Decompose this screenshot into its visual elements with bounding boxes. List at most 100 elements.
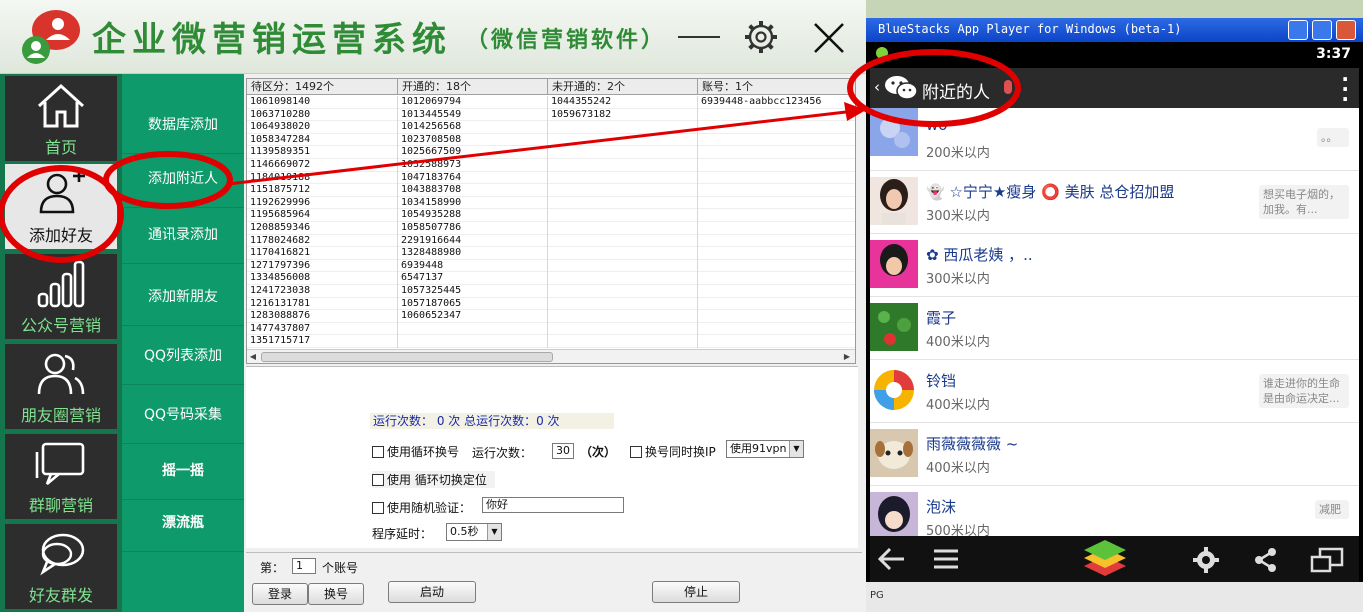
grid-cell[interactable]: 1139589351 <box>247 146 397 159</box>
grid-cell[interactable]: 1058507786 <box>398 222 547 235</box>
grid-cell[interactable]: 1054935288 <box>398 209 547 222</box>
grid-cell[interactable]: 1170416821 <box>247 247 397 260</box>
switch-ip-checkbox[interactable] <box>630 446 642 458</box>
grid-cell[interactable]: 1058347284 <box>247 134 397 147</box>
subnav-qq-list-add[interactable]: QQ列表添加 <box>122 327 244 385</box>
bluestacks-logo-icon[interactable] <box>1080 538 1130 580</box>
grid-cell[interactable] <box>548 172 697 185</box>
grid-cell[interactable] <box>548 335 697 348</box>
grid-cell[interactable] <box>548 222 697 235</box>
loop-switch-option[interactable]: 使用循环换号 <box>372 443 459 460</box>
grid-cell[interactable]: 1064938020 <box>247 121 397 134</box>
subnav-new-friends[interactable]: 添加新朋友 <box>122 268 244 326</box>
grid-cell[interactable] <box>698 323 855 336</box>
grid-cell[interactable] <box>698 184 855 197</box>
window-maximize-button[interactable] <box>1312 20 1332 40</box>
grid-cell[interactable]: 1063710280 <box>247 109 397 122</box>
grid-cell[interactable] <box>698 235 855 248</box>
list-item[interactable]: 铃铛 400米以内 谁走进你的生命是由命运决定... <box>870 360 1359 423</box>
grid-cell[interactable]: 1184019188 <box>247 172 397 185</box>
grid-cell[interactable]: 1044355242 <box>548 96 697 109</box>
subnav-database-add[interactable]: 数据库添加 <box>122 96 244 154</box>
stop-button[interactable]: 停止 <box>652 581 740 603</box>
grid-cell[interactable] <box>698 134 855 147</box>
chevron-down-icon[interactable]: ▼ <box>487 524 501 540</box>
grid-cell[interactable]: 2291916644 <box>398 235 547 248</box>
grid-cell[interactable] <box>548 184 697 197</box>
grid-cell[interactable] <box>548 121 697 134</box>
list-item[interactable]: ✿ 西瓜老姨 ，.. 300米以内 <box>870 234 1359 297</box>
grid-cell[interactable] <box>698 272 855 285</box>
grid-cell[interactable] <box>698 159 855 172</box>
grid-cell[interactable]: 1023708508 <box>398 134 547 147</box>
grid-cell[interactable]: 1025667509 <box>398 146 547 159</box>
subnav-drift-bottle[interactable]: 漂流瓶 <box>122 494 244 552</box>
random-verify-checkbox[interactable] <box>372 502 384 514</box>
grid-cell[interactable] <box>698 209 855 222</box>
grid-cell[interactable] <box>548 272 697 285</box>
loop-location-checkbox[interactable] <box>372 474 384 486</box>
grid-cell[interactable]: 1060652347 <box>398 310 547 323</box>
grid-cell[interactable]: 1057325445 <box>398 285 547 298</box>
menu-icon[interactable] <box>932 546 960 572</box>
verify-text-input[interactable]: 你好 <box>482 497 624 513</box>
nav-item-official-account[interactable]: 公众号营销 <box>5 254 117 339</box>
grid-cell[interactable]: 1283088876 <box>247 310 397 323</box>
grid-cell[interactable]: 1012069794 <box>398 96 547 109</box>
more-menu-icon[interactable]: · · · <box>1341 69 1349 109</box>
subnav-shake[interactable]: 摇一摇 <box>122 442 244 500</box>
nav-item-broadcast[interactable]: 好友群发 <box>5 524 117 609</box>
window-close-button[interactable] <box>1336 20 1356 40</box>
list-item[interactable]: 泡沫 500米以内 减肥 <box>870 486 1359 536</box>
grid-cell[interactable] <box>398 323 547 336</box>
gear-icon[interactable] <box>742 18 780 56</box>
grid-cell[interactable]: 6939448 <box>398 260 547 273</box>
grid-cell[interactable]: 1241723038 <box>247 285 397 298</box>
close-icon[interactable] <box>810 20 848 56</box>
loop-location-option[interactable]: 使用 循环切换定位 <box>372 471 495 488</box>
grid-cell[interactable] <box>698 172 855 185</box>
grid-cell[interactable]: 1328488980 <box>398 247 547 260</box>
grid-cell[interactable]: 1146669072 <box>247 159 397 172</box>
scroll-right-icon[interactable]: ▶ <box>841 350 853 363</box>
run-times-input[interactable]: 30 <box>552 443 574 459</box>
grid-cell[interactable]: 1477437807 <box>247 323 397 336</box>
grid-cell[interactable] <box>548 197 697 210</box>
grid-cell[interactable]: 1334856008 <box>247 272 397 285</box>
vpn-select[interactable]: 使用91vpn ▼ <box>726 440 804 458</box>
list-item[interactable]: 霞子 400米以内 <box>870 297 1359 360</box>
scroll-thumb[interactable] <box>261 352 553 362</box>
grid-cell[interactable] <box>548 285 697 298</box>
grid-cell[interactable] <box>548 247 697 260</box>
grid-cell[interactable] <box>698 197 855 210</box>
grid-cell[interactable] <box>548 310 697 323</box>
switch-ip-option[interactable]: 换号同时换IP <box>630 443 716 460</box>
start-button[interactable]: 启动 <box>388 581 476 603</box>
grid-cell[interactable] <box>548 209 697 222</box>
loop-switch-checkbox[interactable] <box>372 446 384 458</box>
grid-cell[interactable] <box>548 134 697 147</box>
grid-cell[interactable] <box>698 260 855 273</box>
grid-cell[interactable]: 1351715717 <box>247 335 397 348</box>
random-verify-option[interactable]: 使用随机验证： <box>372 499 471 516</box>
settings-gear-icon[interactable] <box>1192 546 1220 574</box>
grid-cell[interactable] <box>548 323 697 336</box>
grid-header-not-opened[interactable]: 未开通的：2个 <box>548 79 698 95</box>
grid-cell[interactable] <box>548 146 697 159</box>
nav-item-home[interactable]: 首页 <box>5 76 117 161</box>
grid-cell[interactable] <box>698 310 855 323</box>
account-index-input[interactable]: 1 <box>292 558 316 574</box>
grid-cell[interactable]: 1047183764 <box>398 172 547 185</box>
grid-cell[interactable] <box>698 222 855 235</box>
grid-cell[interactable]: 1271797396 <box>247 260 397 273</box>
subnav-qq-collect[interactable]: QQ号码采集 <box>122 386 244 444</box>
grid-cell[interactable] <box>698 121 855 134</box>
subnav-contacts-add[interactable]: 通讯录添加 <box>122 206 244 264</box>
grid-cell[interactable] <box>698 109 855 122</box>
grid-cell[interactable]: 1195685964 <box>247 209 397 222</box>
login-button[interactable]: 登录 <box>252 583 308 605</box>
grid-cell[interactable]: 1216131781 <box>247 298 397 311</box>
grid-cell[interactable] <box>698 247 855 260</box>
grid-cell[interactable] <box>698 298 855 311</box>
nav-item-moments[interactable]: 朋友圈营销 <box>5 344 117 429</box>
